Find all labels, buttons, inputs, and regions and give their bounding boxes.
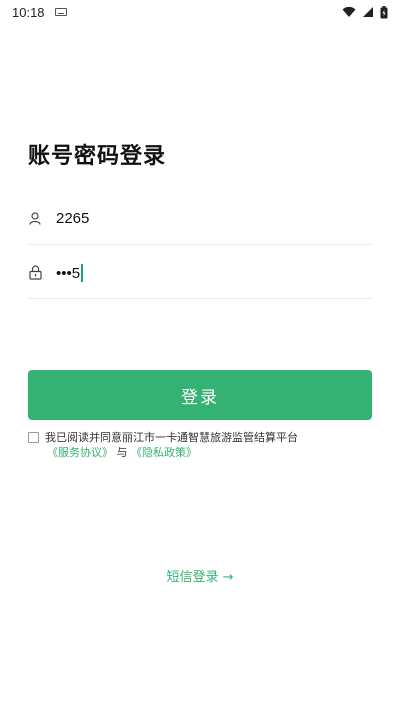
service-agreement-link[interactable]: 《服务协议》 xyxy=(47,446,113,459)
status-bar: 10:18 xyxy=(0,0,400,24)
status-icons xyxy=(342,5,388,19)
text-cursor xyxy=(81,264,84,283)
status-time: 10:18 xyxy=(12,4,45,20)
login-screen: 10:18 账号密码登录 2265 •••5 登录 我已阅读并同意丽江市一卡通智… xyxy=(0,0,400,711)
battery-icon xyxy=(380,5,388,18)
password-input[interactable]: •••5 xyxy=(56,263,84,283)
wifi-icon xyxy=(342,6,356,17)
account-input[interactable]: 2265 xyxy=(56,210,89,227)
keyboard-icon xyxy=(54,8,67,16)
privacy-policy-link[interactable]: 《隐私政策》 xyxy=(131,446,197,459)
login-button[interactable]: 登录 xyxy=(28,370,372,420)
agreement: 我已阅读并同意丽江市一卡通智慧旅游监管结算平台 《服务协议》 与 《隐私政策》 xyxy=(28,430,372,460)
user-icon xyxy=(28,212,42,226)
signal-icon xyxy=(363,7,373,17)
password-field[interactable]: •••5 xyxy=(28,247,372,299)
account-field[interactable]: 2265 xyxy=(28,193,372,245)
agreement-checkbox[interactable] xyxy=(28,432,39,443)
agreement-text: 我已阅读并同意丽江市一卡通智慧旅游监管结算平台 xyxy=(45,431,298,444)
lock-icon xyxy=(28,265,42,280)
agreement-conjunction: 与 xyxy=(116,446,128,459)
sms-login-link[interactable]: 短信登录 → xyxy=(0,566,400,585)
password-value: •••5 xyxy=(56,264,81,282)
page-title: 账号密码登录 xyxy=(28,144,167,169)
